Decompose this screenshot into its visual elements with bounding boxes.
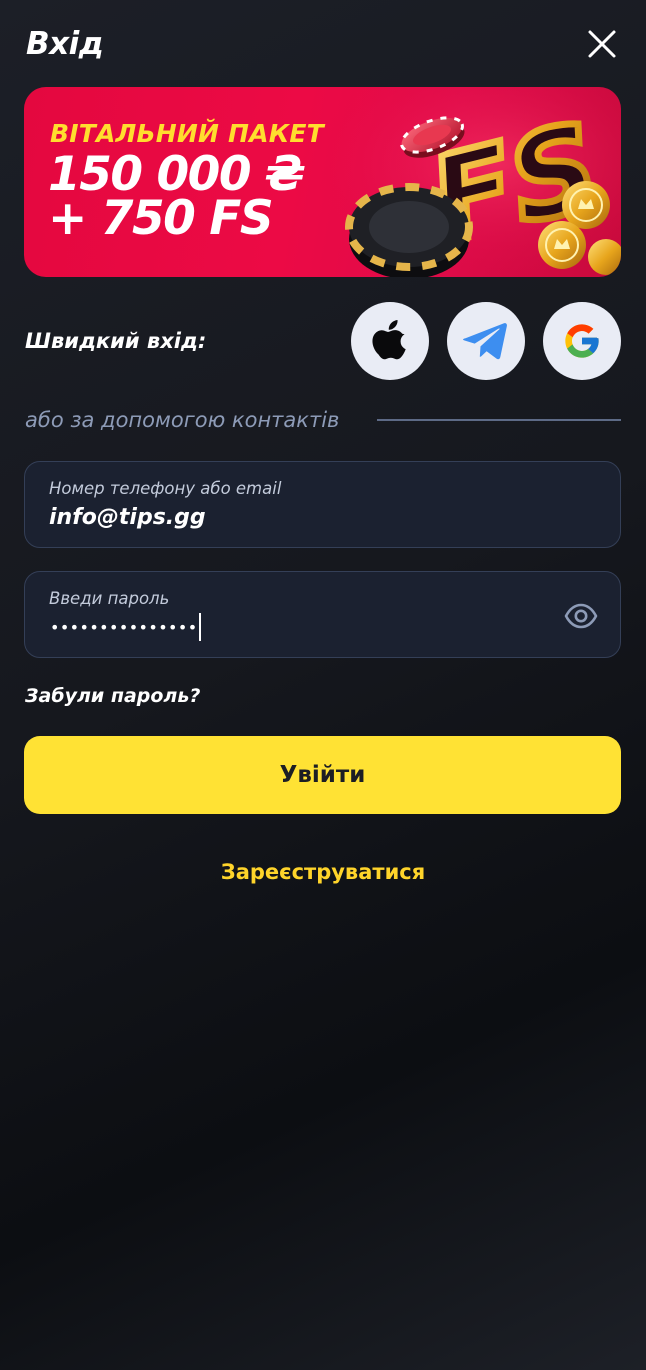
- register-link[interactable]: Зареєструватися: [0, 856, 646, 888]
- forgot-password-link[interactable]: Забули пароль?: [25, 682, 200, 710]
- google-icon: [565, 324, 599, 358]
- apple-icon: [372, 320, 406, 360]
- text-caret: [198, 612, 201, 641]
- quick-login-label: Швидкий вхід:: [25, 329, 207, 353]
- password-value[interactable]: •••••••••••••••: [50, 612, 201, 643]
- google-login-button[interactable]: [543, 302, 621, 380]
- welcome-bonus-banner[interactable]: ВІТАЛЬНИЙ ПАКЕТ 150 000 ₴ + 750 FS FS: [24, 87, 621, 277]
- login-button[interactable]: Увійти: [24, 736, 621, 814]
- phone-or-email-value[interactable]: info@tips.gg: [49, 503, 206, 533]
- phone-or-email-field[interactable]: Номер телефону або email info@tips.gg: [24, 461, 621, 548]
- divider-line: [377, 419, 621, 421]
- banner-subtitle: ВІТАЛЬНИЙ ПАКЕТ: [50, 119, 324, 148]
- apple-login-button[interactable]: [351, 302, 429, 380]
- telegram-icon: [463, 323, 507, 360]
- password-label: Введи пароль: [49, 589, 170, 608]
- password-masked-text: •••••••••••••••: [50, 618, 198, 637]
- banner-free-spins: + 750 FS: [48, 191, 274, 246]
- close-icon: [588, 30, 616, 58]
- contacts-divider-label: або за допомогою контактів: [25, 408, 340, 432]
- phone-or-email-label: Номер телефону або email: [49, 479, 282, 498]
- eye-icon: [564, 603, 598, 629]
- header: Вхід: [0, 0, 646, 88]
- telegram-login-button[interactable]: [447, 302, 525, 380]
- password-field[interactable]: Введи пароль •••••••••••••••: [24, 571, 621, 658]
- close-button[interactable]: [580, 22, 624, 66]
- casino-chips-illustration: FS: [314, 87, 621, 277]
- page-title: Вхід: [26, 26, 104, 62]
- show-password-button[interactable]: [563, 598, 599, 634]
